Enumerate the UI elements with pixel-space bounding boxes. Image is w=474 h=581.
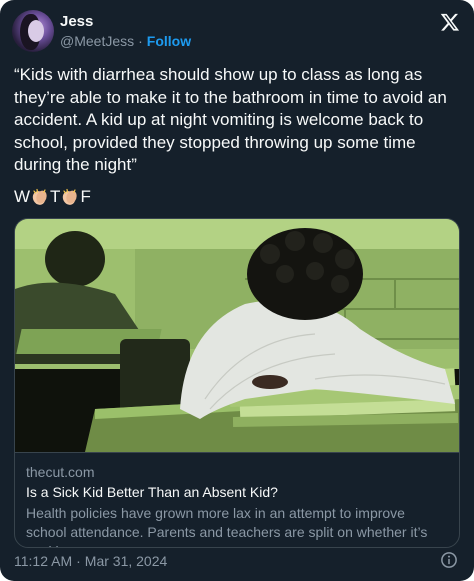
- link-description: Health policies have grown more lax in a…: [26, 505, 428, 547]
- tweet-header: Jess @MeetJess · Follow: [12, 10, 462, 54]
- info-icon[interactable]: [440, 551, 458, 569]
- reaction-letter-f: F: [80, 187, 91, 206]
- clapping-hands-icon: [31, 188, 49, 206]
- link-preview-meta: thecut.com Is a Sick Kid Better Than an …: [15, 452, 459, 547]
- tweet-card: Jess @MeetJess · Follow “Kids with diarrhe…: [0, 0, 474, 581]
- avatar-face-shape: [28, 20, 44, 42]
- tweet-time: 11:12 AM: [14, 553, 73, 569]
- classroom-photo[interactable]: [15, 219, 459, 452]
- tweet-timestamp[interactable]: 11:12 AM · Mar 31, 2024: [14, 553, 167, 569]
- link-domain: thecut.com: [26, 464, 95, 480]
- reaction-letter-w: W: [14, 187, 31, 206]
- reaction-letter-t: T: [50, 187, 61, 206]
- tweet-text: “Kids with diarrhea should show up to cl…: [14, 65, 452, 174]
- x-logo-icon[interactable]: [440, 12, 460, 32]
- author-avatar[interactable]: [12, 10, 54, 52]
- author-handle[interactable]: @MeetJess: [60, 33, 134, 49]
- link-title[interactable]: Is a Sick Kid Better Than an Absent Kid?: [26, 484, 278, 500]
- author-handle-row: @MeetJess · Follow: [60, 33, 191, 49]
- follow-button[interactable]: Follow: [147, 33, 191, 49]
- tweet-date: Mar 31, 2024: [84, 553, 168, 569]
- clapping-hands-icon: [61, 188, 79, 206]
- timestamp-separator: ·: [76, 553, 81, 569]
- classroom-photo-illustration: [15, 219, 459, 452]
- tweet-reaction-line: W T F: [14, 186, 91, 208]
- link-preview-card[interactable]: thecut.com Is a Sick Kid Better Than an …: [14, 218, 460, 548]
- author-name[interactable]: Jess: [60, 13, 93, 30]
- handle-separator: ·: [138, 33, 143, 49]
